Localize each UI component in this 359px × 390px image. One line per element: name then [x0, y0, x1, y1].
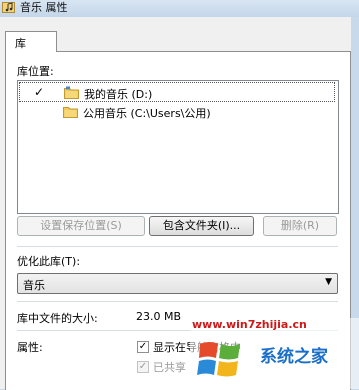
show-in-nav-pane-checkbox[interactable]: ✓	[137, 341, 149, 353]
watermark-url: www.win7zhijia.cn	[192, 318, 307, 331]
attributes-label: 属性:	[17, 341, 43, 354]
tab-library-label: 库	[15, 37, 26, 50]
watermark: www.win7zhijia.cn 系统之家	[190, 318, 359, 389]
watermark-brand: 系统之家	[260, 347, 328, 367]
list-item-label: 公用音乐 (C:\Users\公用)	[83, 107, 211, 120]
remove-label: 删除	[280, 219, 303, 232]
optimize-select[interactable]: 音乐 ▼	[17, 273, 338, 294]
optimize-select-value: 音乐	[23, 279, 45, 292]
divider	[17, 246, 338, 247]
window-title: 音乐 属性	[20, 1, 68, 14]
include-folder-label: 包含文件夹	[162, 219, 218, 232]
optimize-shortcut: (T)	[61, 255, 77, 268]
divider	[17, 301, 338, 302]
optimize-label-text: 优化此库	[17, 255, 61, 268]
library-size-value: 23.0 MB	[136, 310, 182, 323]
shared-checkbox[interactable]: ✓	[137, 361, 149, 373]
include-folder-button[interactable]: 包含文件夹(I)...	[149, 216, 254, 236]
list-item-label: 我的音乐 (D:)	[84, 88, 153, 101]
shared-label: 已共享	[153, 361, 186, 374]
library-locations-list[interactable]: ✓ 我的音乐 (D:) 公用音乐 (C:\Users\公用)	[17, 80, 339, 214]
list-item[interactable]: ✓ 我的音乐 (D:)	[19, 82, 335, 102]
music-library-icon	[2, 2, 15, 13]
remove-shortcut: (R)	[302, 219, 320, 232]
remove-button[interactable]: 删除(R)	[263, 216, 337, 236]
chevron-down-icon: ▼	[325, 277, 332, 287]
library-locations-label: 库位置:	[17, 65, 54, 78]
title-bar[interactable]: 音乐 属性	[0, 0, 359, 17]
save-location-check-icon: ✓	[34, 85, 45, 99]
set-save-location-shortcut: (S)	[106, 219, 122, 232]
windows-logo-icon	[197, 342, 240, 377]
set-save-location-button[interactable]: 设置保存位置(S)	[17, 216, 145, 236]
library-size-label: 库中文件的大小:	[17, 312, 98, 325]
set-save-location-label: 设置保存位置	[40, 219, 107, 232]
optimize-label: 优化此库(T):	[17, 253, 80, 269]
list-item[interactable]: 公用音乐 (C:\Users\公用)	[19, 102, 335, 122]
tab-library[interactable]: 库	[5, 31, 57, 52]
folder-icon	[64, 86, 79, 99]
optimize-colon: :	[76, 255, 81, 268]
folder-icon	[63, 107, 78, 118]
include-folder-shortcut: (I)...	[217, 219, 241, 232]
